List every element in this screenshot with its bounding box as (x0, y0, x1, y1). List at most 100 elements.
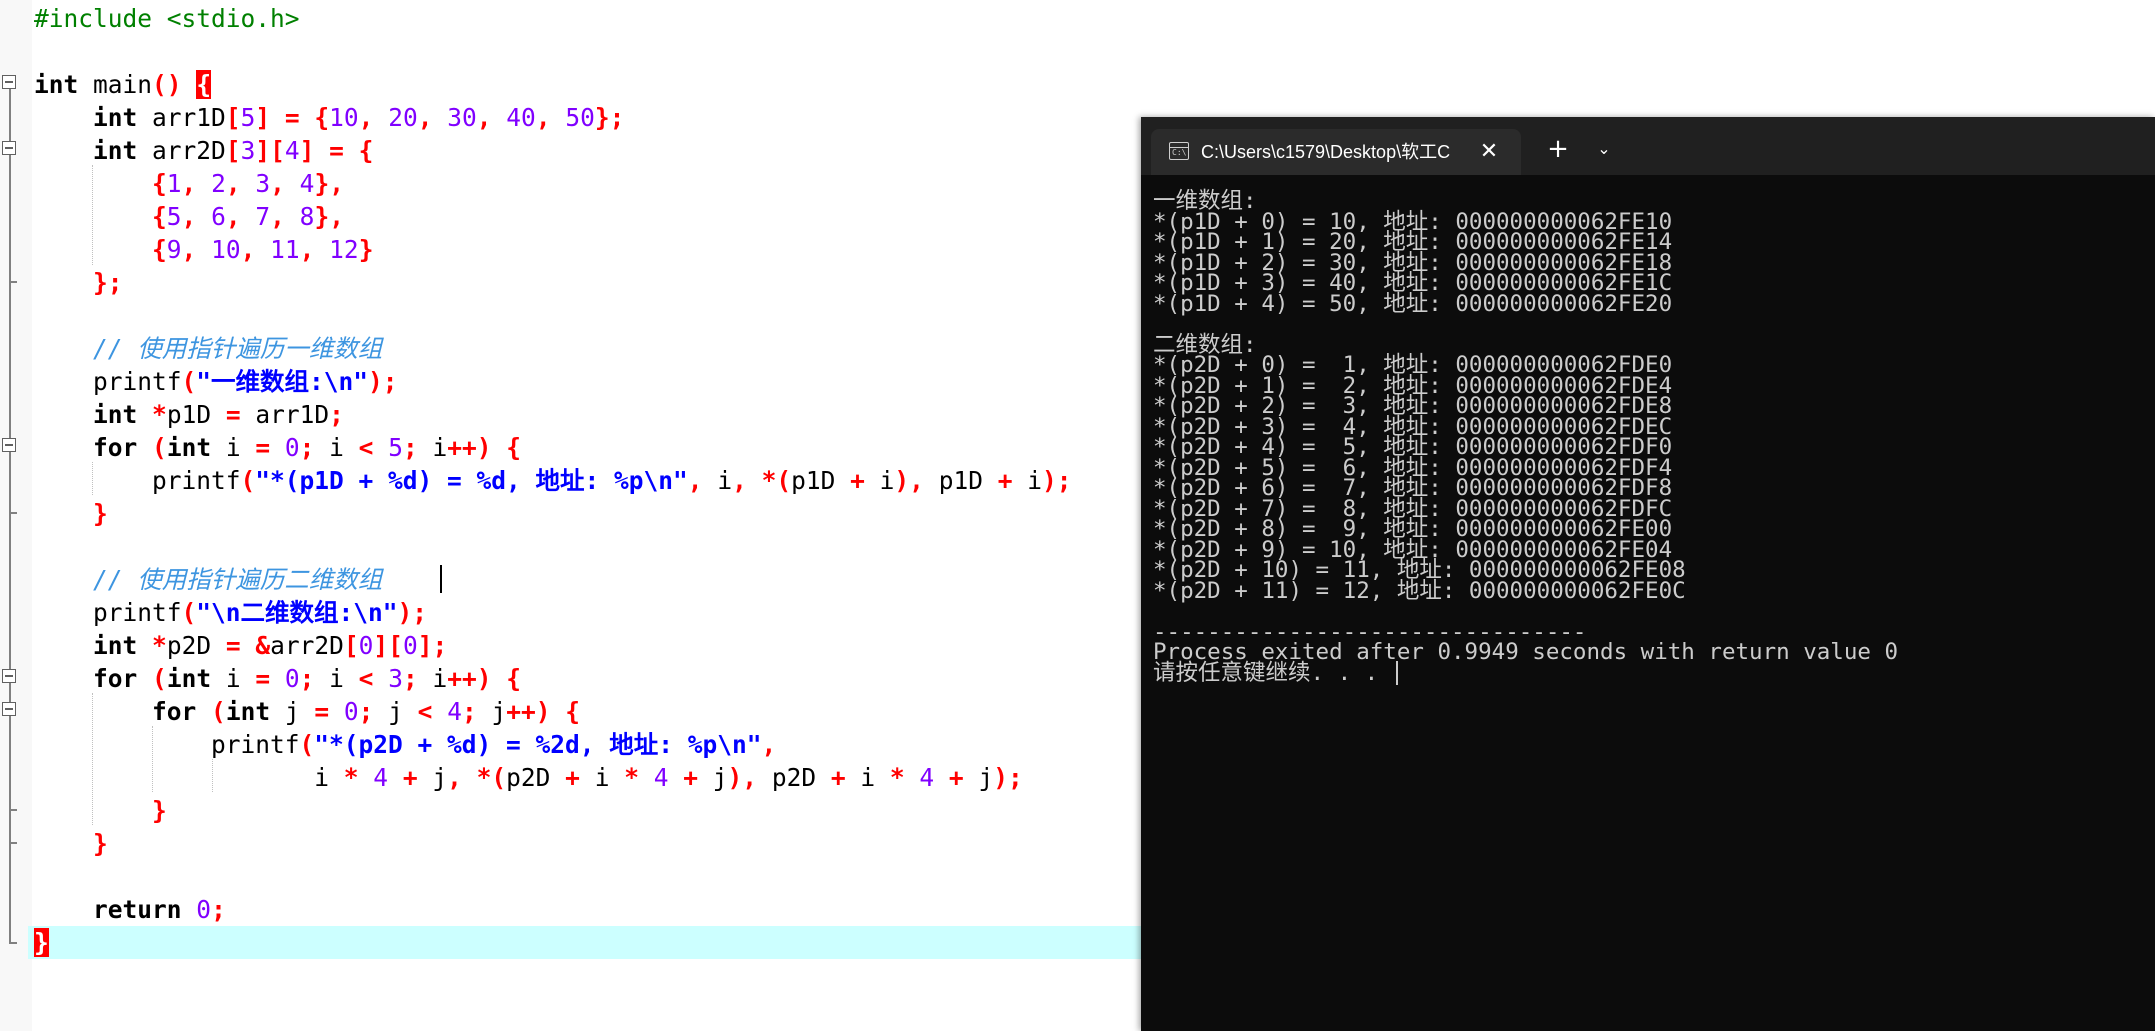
code-token: int (93, 631, 138, 660)
code-token: 9 (166, 235, 182, 264)
code-token: , (181, 202, 197, 231)
terminal-tab[interactable]: C:\ C:\Users\c1579\Desktop\软工C ✕ (1151, 129, 1521, 175)
code-token: 4 (919, 763, 935, 792)
tab-title: C:\Users\c1579\Desktop\软工C (1201, 142, 1451, 162)
new-tab-button[interactable]: + (1538, 129, 1578, 169)
code-line[interactable]: int main() { (34, 68, 2155, 101)
code-token: , (225, 202, 241, 231)
code-token: ][ (373, 631, 403, 660)
code-token: 40 (506, 103, 536, 132)
text-caret (440, 565, 442, 593)
code-token: , (299, 235, 315, 264)
code-token: i (1012, 466, 1042, 495)
code-token: { (152, 169, 167, 198)
code-token: , (732, 466, 747, 495)
code-token: *( (476, 763, 507, 792)
code-token: ), (727, 763, 758, 792)
code-token: } (93, 829, 108, 858)
code-token: , (761, 730, 777, 759)
fold-toggle-icon[interactable] (2, 75, 16, 89)
code-token: ++) (447, 433, 492, 462)
code-token: arr1D (137, 103, 226, 132)
code-token: + (683, 763, 699, 792)
fold-toggle-icon[interactable] (2, 702, 16, 716)
code-token: printf (34, 730, 300, 759)
code-token: "*(p2D + %d) = %2d, 地址: %p\n" (314, 730, 762, 759)
code-token: , (270, 169, 285, 198)
code-token: + (830, 763, 846, 792)
close-tab-button[interactable]: ✕ (1473, 136, 1505, 168)
code-token: 0 (196, 895, 212, 924)
code-token: + (402, 763, 418, 792)
code-token: }; (594, 103, 625, 132)
code-token: j (476, 697, 507, 726)
code-line[interactable]: #include <stdio.h> (34, 2, 2155, 35)
code-token: [ (225, 103, 241, 132)
code-token: , (270, 202, 285, 231)
code-token: p1D (791, 466, 851, 495)
code-token: for (93, 433, 138, 462)
code-token: * (152, 400, 167, 429)
code-token: { (358, 136, 374, 165)
code-token: ][ (255, 136, 285, 165)
code-token: + (565, 763, 580, 792)
code-line[interactable] (34, 35, 2155, 68)
code-token: ; (358, 697, 374, 726)
fold-toggle-icon[interactable] (2, 141, 16, 155)
code-token: , (687, 466, 703, 495)
code-token: 0 (284, 433, 300, 462)
code-token: 7 (255, 202, 271, 231)
code-token: }, (314, 202, 344, 231)
code-token: { (152, 235, 167, 264)
code-token: , (358, 103, 374, 132)
code-token: 10 (329, 103, 359, 132)
code-token: int (166, 664, 212, 693)
code-token: () (152, 70, 182, 99)
terminal-window[interactable]: C:\ C:\Users\c1579\Desktop\软工C ✕ + ⌄ 一维数… (1141, 117, 2155, 1031)
code-token: ; (329, 400, 344, 429)
code-token: i (702, 466, 733, 495)
tab-dropdown-button[interactable]: ⌄ (1584, 129, 1624, 169)
code-token: // 使用指针遍历二维数组 (93, 565, 383, 594)
code-token: int (34, 70, 79, 99)
code-token: [ (225, 136, 241, 165)
fold-toggle-icon[interactable] (2, 669, 16, 683)
code-token: { (196, 70, 212, 99)
code-token: ; (211, 895, 226, 924)
code-token: *( (761, 466, 792, 495)
fold-toggle-icon[interactable] (2, 438, 16, 452)
code-token: }; (93, 268, 123, 297)
code-token: ( (181, 367, 197, 396)
code-token: 0 (284, 664, 300, 693)
code-token: 11 (270, 235, 300, 264)
code-token: [ (343, 631, 359, 660)
code-token: ; (461, 697, 477, 726)
code-token: 3 (388, 664, 403, 693)
code-token: }, (314, 169, 344, 198)
code-token: i (845, 763, 890, 792)
code-token: 5 (388, 433, 403, 462)
code-token: printf (34, 367, 182, 396)
code-token: i (579, 763, 625, 792)
